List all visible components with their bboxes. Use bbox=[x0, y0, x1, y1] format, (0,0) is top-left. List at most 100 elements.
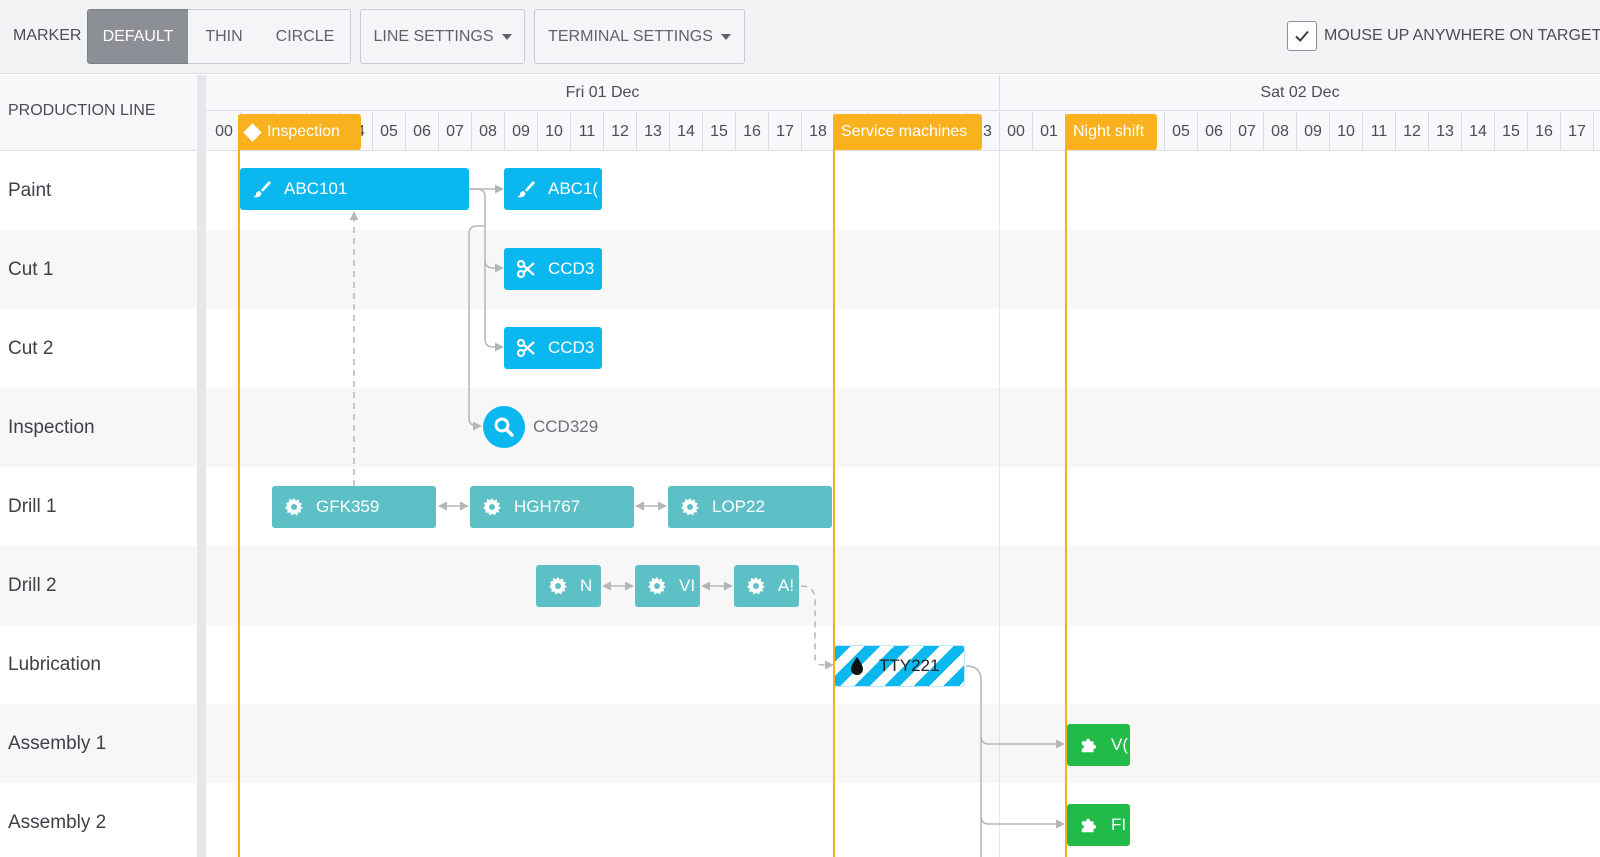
gear-icon bbox=[647, 576, 667, 596]
event-label: A! bbox=[778, 576, 795, 595]
day-header-fri: Fri 01 Dec bbox=[206, 75, 1000, 111]
brush-icon bbox=[516, 179, 536, 199]
line-settings-label: LINE SETTINGS bbox=[373, 27, 494, 45]
event-cut2-ccd3[interactable]: CCD3 bbox=[504, 327, 602, 369]
hour-header-cell: 01 bbox=[1033, 112, 1066, 151]
hour-header-cell: 13 bbox=[637, 112, 670, 151]
marker-flag-inspection[interactable]: Inspection bbox=[238, 114, 361, 150]
event-label: CCD3 bbox=[548, 338, 595, 357]
inspection-event-label: CCD329 bbox=[533, 417, 599, 436]
event-assembly2-fi[interactable]: FI bbox=[1067, 804, 1130, 846]
event-drill2-n[interactable]: N bbox=[536, 565, 601, 607]
drop-icon bbox=[847, 656, 867, 676]
event-label: V( bbox=[1111, 735, 1128, 754]
event-drill1-gfk359[interactable]: GFK359 bbox=[272, 486, 436, 528]
hour-header-cell: 11 bbox=[1363, 112, 1396, 151]
hour-header-cell: 11 bbox=[571, 112, 604, 151]
hour-header-cell: 07 bbox=[439, 112, 472, 151]
scissors-icon bbox=[516, 338, 536, 358]
terminal-settings-label: TERMINAL SETTINGS bbox=[548, 27, 713, 45]
marker-flag-night-shift[interactable]: Night shift bbox=[1065, 114, 1157, 150]
marker-label-inspection: Inspection bbox=[267, 123, 340, 140]
row-label-cut-1[interactable]: Cut 1 bbox=[0, 230, 197, 309]
mouseup-label: MOUSE UP ANYWHERE ON TARGET bbox=[1324, 27, 1600, 44]
event-label: LOP22 bbox=[712, 497, 765, 516]
event-label: ABC1( bbox=[548, 179, 599, 198]
check-icon bbox=[1295, 30, 1309, 42]
marker-label: MARKER bbox=[13, 27, 82, 44]
row-label-assembly-2[interactable]: Assembly 2 bbox=[0, 783, 197, 857]
marker-line-inspection[interactable] bbox=[238, 115, 240, 857]
hour-header-cell: 14 bbox=[1462, 112, 1495, 151]
hour-header-cell: 14 bbox=[670, 112, 703, 151]
hour-header-cell: 05 bbox=[1165, 112, 1198, 151]
hour-header-cell: 06 bbox=[406, 112, 439, 151]
hour-header-cell: 18 bbox=[802, 112, 835, 151]
row-label-drill-2[interactable]: Drill 2 bbox=[0, 546, 197, 625]
event-paint-abc10[interactable]: ABC1( bbox=[504, 168, 602, 210]
event-paint-abc101[interactable]: ABC101 bbox=[240, 168, 469, 210]
row-label-paint[interactable]: Paint bbox=[0, 151, 197, 230]
event-cut1-ccd3[interactable]: CCD3 bbox=[504, 248, 602, 290]
brush-icon bbox=[252, 179, 272, 199]
row-label-drill-1[interactable]: Drill 1 bbox=[0, 467, 197, 546]
row-band bbox=[206, 388, 1600, 467]
terminal-settings-dropdown[interactable]: TERMINAL SETTINGS bbox=[534, 9, 745, 64]
hour-header-cell: 07 bbox=[1231, 112, 1264, 151]
event-lubrication-tty221[interactable]: TTY221 bbox=[834, 645, 965, 687]
puzzle-icon bbox=[1079, 735, 1099, 755]
hour-header-cell: 08 bbox=[1264, 112, 1297, 151]
grid-header: PRODUCTION LINE bbox=[0, 75, 197, 151]
hour-header-cell: 17 bbox=[769, 112, 802, 151]
scissors-icon bbox=[516, 259, 536, 279]
event-drill1-lop22[interactable]: LOP22 bbox=[668, 486, 832, 528]
toolbar: MARKER DEFAULT THIN CIRCLE LINE SETTINGS… bbox=[0, 0, 1600, 74]
event-inspection-ccd329[interactable] bbox=[483, 406, 525, 448]
marker-circle-button[interactable]: CIRCLE bbox=[260, 9, 351, 64]
marker-default-button[interactable]: DEFAULT bbox=[87, 9, 189, 64]
line-settings-dropdown[interactable]: LINE SETTINGS bbox=[360, 9, 525, 64]
row-band bbox=[206, 309, 1600, 388]
hour-header-cell: 05 bbox=[373, 112, 406, 151]
hour-header-cell: 00 bbox=[1000, 112, 1033, 151]
production-line-grid: PRODUCTION LINE Paint Cut 1 Cut 2 Inspec… bbox=[0, 75, 197, 857]
caret-down-icon bbox=[501, 33, 512, 40]
row-band bbox=[206, 783, 1600, 857]
event-drill1-hgh767[interactable]: HGH767 bbox=[470, 486, 634, 528]
event-drill2-a[interactable]: A! bbox=[734, 565, 799, 607]
hour-header-cell: 09 bbox=[505, 112, 538, 151]
mouseup-checkbox[interactable] bbox=[1287, 21, 1317, 51]
row-band bbox=[206, 546, 1600, 625]
event-assembly1-v[interactable]: V( bbox=[1067, 724, 1130, 766]
row-label-lubrication[interactable]: Lubrication bbox=[0, 625, 197, 704]
marker-label-night: Night shift bbox=[1073, 123, 1145, 140]
hour-header-cell: 16 bbox=[1528, 112, 1561, 151]
event-label: FI bbox=[1111, 815, 1127, 834]
marker-line-night-shift[interactable] bbox=[1065, 115, 1067, 857]
row-label-cut-2[interactable]: Cut 2 bbox=[0, 309, 197, 388]
event-label: N bbox=[580, 576, 593, 595]
hour-header-cell: 15 bbox=[703, 112, 736, 151]
row-label-inspection[interactable]: Inspection bbox=[0, 388, 197, 467]
event-label: ABC101 bbox=[284, 179, 348, 198]
marker-line-service[interactable] bbox=[833, 115, 835, 857]
row-band bbox=[206, 230, 1600, 309]
day-divider bbox=[999, 151, 1000, 857]
gear-icon bbox=[548, 576, 568, 596]
event-label: GFK359 bbox=[316, 497, 380, 516]
marker-flag-service-machines[interactable]: Service machines bbox=[833, 114, 982, 150]
row-label-assembly-1[interactable]: Assembly 1 bbox=[0, 704, 197, 783]
hour-header-cell: 10 bbox=[538, 112, 571, 151]
event-drill2-vi[interactable]: VI bbox=[635, 565, 700, 607]
hour-header-cell: 13 bbox=[1429, 112, 1462, 151]
marker-thin-button[interactable]: THIN bbox=[188, 9, 261, 64]
marker-label-service: Service machines bbox=[841, 123, 968, 140]
grid-splitter[interactable] bbox=[197, 75, 206, 857]
hour-header-cell: 06 bbox=[1198, 112, 1231, 151]
hour-header-cell: 12 bbox=[1396, 112, 1429, 151]
hour-header-cell: 12 bbox=[604, 112, 637, 151]
event-label: VI bbox=[679, 576, 696, 595]
hour-header-cell: 10 bbox=[1330, 112, 1363, 151]
hour-header-cell: 00 bbox=[208, 112, 241, 151]
hour-header-cell: 09 bbox=[1297, 112, 1330, 151]
